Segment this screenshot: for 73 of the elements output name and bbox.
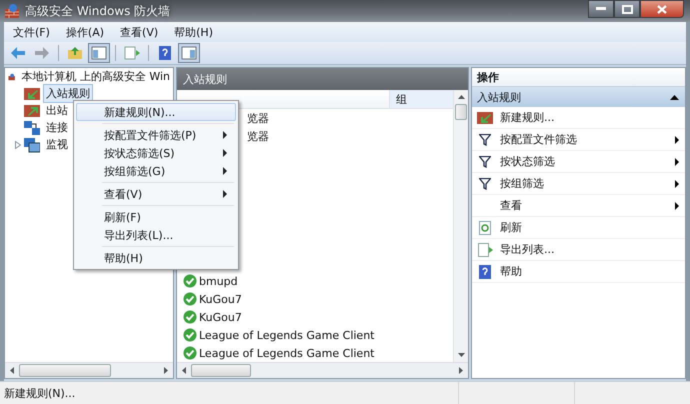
menu-item[interactable]: 帮助(H) [76,249,236,267]
rule-name: League of Legends Game Client [199,346,374,360]
wall-icon [24,86,40,100]
close-button[interactable] [640,0,684,18]
action-item[interactable]: 新建规则... [472,107,685,129]
rule-name: KuGou7 [199,292,242,306]
vertical-scrollbar[interactable] [453,90,468,362]
action-item[interactable]: 刷新 [472,217,685,239]
scroll-thumb[interactable] [455,104,467,120]
filter-icon [479,156,491,168]
pane-title: 操作 [477,70,499,84]
firewall-icon [4,3,20,19]
pane-title: 入站规则 [183,72,227,86]
menu-item[interactable]: 查看(V) [113,22,166,42]
tree-item[interactable]: 本地计算机 上的高级安全 Win [18,68,173,86]
rule-name: 览器 [247,110,269,126]
show-tree-button[interactable] [88,43,110,63]
collapse-arrow-icon[interactable] [670,94,679,100]
help-icon [479,264,491,278]
close-icon [657,4,667,14]
scroll-thumb[interactable] [191,364,251,377]
scroll-right-icon[interactable] [164,367,168,374]
scroll-thumb[interactable] [19,364,111,377]
column-header[interactable]: 组 [390,90,453,108]
action-item[interactable]: 按组筛选 [472,173,685,195]
tree-item[interactable]: 监视 [43,135,71,154]
wall-icon [24,104,40,118]
scroll-right-icon[interactable] [459,367,463,374]
tree-item[interactable]: 出站 [43,101,71,120]
horizontal-scrollbar[interactable] [5,362,173,378]
menu-item[interactable]: 按配置文件筛选(P) [76,126,236,144]
action-item[interactable]: 查看 [472,195,685,217]
wall-icon [477,110,493,124]
menu-item[interactable]: 查看(V) [76,185,236,203]
rule-name: bmupd [199,274,238,288]
expand-arrow-icon[interactable] [15,140,21,148]
menu-item[interactable]: 按组筛选(G) [76,162,236,180]
tree-item[interactable]: 入站规则 [43,84,93,103]
window-title: 高级安全 Windows 防火墙 [25,2,170,20]
action-item[interactable]: 帮助 [472,261,685,283]
action-item[interactable]: 按配置文件筛选 [472,129,685,151]
action-item[interactable]: 按状态筛选 [472,151,685,173]
menu-item[interactable]: 按状态筛选(S) [76,144,236,162]
minimize-icon [596,7,606,11]
scroll-up-icon[interactable] [458,95,464,99]
menu-item[interactable]: 帮助(H) [167,22,220,42]
refresh-icon [479,220,491,234]
menu-item[interactable]: 文件(F) [6,22,57,42]
status-text: 新建规则(N)... [4,386,76,400]
menu-item[interactable]: 操作(A) [58,22,112,42]
filter-icon [479,134,491,146]
action-item[interactable]: 导出列表... [472,239,685,261]
export-icon [478,242,492,256]
horizontal-scrollbar[interactable] [177,362,468,378]
action-pane-button[interactable] [178,43,200,63]
monitor-icon [24,136,40,152]
maximize-button[interactable] [614,0,640,18]
scroll-left-icon[interactable] [10,367,14,374]
tree-item[interactable]: 连接 [43,118,71,137]
section-header[interactable]: 入站规则 [472,87,685,107]
menu-item[interactable]: 新建规则(N)... [76,103,236,121]
rule-name: League of Legends Game Client [199,328,374,342]
rule-name: KuGou7 [199,310,242,324]
computers-icon [24,120,40,136]
menu-item[interactable]: 刷新(F) [76,208,236,226]
scroll-down-icon[interactable] [458,353,464,357]
section-title: 入站规则 [477,90,521,104]
maximize-icon [622,4,632,14]
scroll-left-icon[interactable] [182,367,186,374]
filter-icon [479,178,491,190]
minimize-button[interactable] [588,0,614,18]
rule-name: 览器 [247,128,269,144]
menu-item[interactable]: 导出列表(L)... [76,226,236,244]
